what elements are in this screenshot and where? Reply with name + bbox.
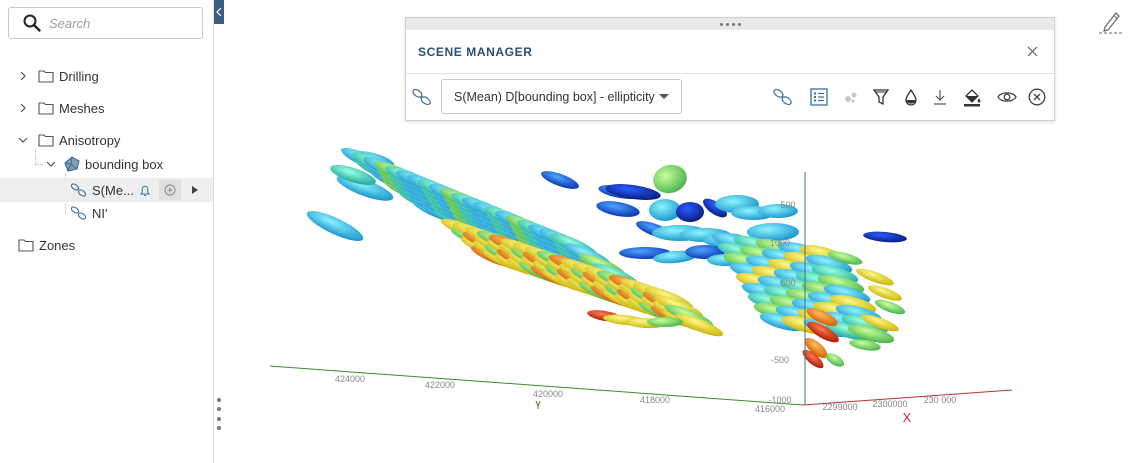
tree-guide: [35, 150, 36, 164]
list-icon: [810, 88, 828, 106]
ellipsoid: [676, 202, 704, 222]
tree-item-drilling[interactable]: Drilling: [16, 64, 99, 88]
ellipsoid-icon: [70, 183, 87, 197]
ellipsoid: [647, 317, 683, 327]
tree-item-zones[interactable]: Zones: [18, 233, 75, 257]
tree-item-label: Anisotropy: [59, 132, 121, 148]
panel-drag-handle[interactable]: [406, 18, 1054, 30]
ellipsoid: [874, 299, 906, 315]
ellipsoid: [863, 231, 907, 243]
ellipsoid-icon: [70, 206, 87, 220]
axis-tick-label: 2299000: [822, 402, 857, 412]
folder-icon: [38, 134, 54, 147]
folder-icon: [38, 102, 54, 115]
layer-type-icon: [411, 86, 433, 108]
opacity-button[interactable]: [900, 86, 922, 108]
search-input[interactable]: [49, 15, 189, 31]
3d-viewport[interactable]: 424000 422000 420000 418000 416000 2299000 230…: [225, 120, 1125, 460]
y-axis-line: [269, 365, 804, 406]
tree-item-ni[interactable]: NI': [70, 201, 107, 225]
remove-layer-button[interactable]: [1026, 86, 1048, 108]
plus-circle-icon: [164, 184, 176, 196]
ellipsoid: [306, 211, 364, 241]
axis-tick-label: 230 000: [924, 395, 957, 405]
legend-button[interactable]: [808, 86, 830, 108]
scene-toolbar: S(Mean) D[bounding box] - ellipticity: [406, 73, 1054, 120]
close-button[interactable]: [1024, 43, 1040, 59]
ellipsoid-style-button[interactable]: [772, 86, 794, 108]
folder-icon: [38, 70, 54, 83]
x-axis-label: X: [903, 410, 912, 425]
filter-button[interactable]: [870, 86, 892, 108]
download-button[interactable]: [929, 86, 951, 108]
close-icon: [1027, 46, 1037, 56]
search-icon: [23, 14, 41, 32]
axis-tick-label: 1000: [770, 238, 790, 248]
axis-tick-label: 416000: [755, 404, 785, 414]
tree-item-label: NI': [92, 205, 108, 221]
ellipsoid: [605, 184, 661, 200]
annotate-button[interactable]: [1097, 8, 1125, 36]
visibility-button[interactable]: [996, 86, 1018, 108]
y-axis-arrow: [535, 400, 541, 409]
drop-icon: [905, 88, 917, 106]
chevron-down-icon[interactable]: [16, 133, 30, 147]
pen-icon: [1099, 12, 1123, 34]
chevron-down-icon[interactable]: [44, 157, 58, 171]
selected-layer-label: S(Mean) D[bounding box] - ellipticity: [454, 89, 655, 104]
layer-select[interactable]: S(Mean) D[bounding box] - ellipticity: [441, 79, 682, 114]
dropdown-caret-icon: [659, 94, 669, 99]
tree-item-label: S(Me...: [92, 182, 134, 198]
axis-tick-label: 2300000: [872, 399, 907, 409]
axis-tick-label: 500: [780, 278, 795, 288]
dots-icon: [845, 92, 857, 103]
paint-bucket-icon: [964, 89, 981, 107]
axis-tick-label: 420000: [533, 389, 563, 399]
tree-item-label: Zones: [39, 237, 76, 253]
tree-guide: [35, 164, 43, 165]
chevron-right-icon[interactable]: [16, 101, 30, 115]
add-layer-button[interactable]: [159, 180, 181, 200]
folder-icon: [18, 239, 34, 252]
axis-tick-label: -1000: [768, 395, 791, 405]
points-button[interactable]: [840, 86, 862, 108]
color-fill-button[interactable]: [961, 86, 983, 108]
chevron-left-icon: [216, 8, 222, 16]
search-box[interactable]: [8, 7, 203, 39]
tree-item-smean[interactable]: S(Me...: [70, 178, 134, 202]
tree-item-anisotropy[interactable]: Anisotropy: [16, 128, 120, 152]
panel-resize-handle[interactable]: [216, 398, 222, 430]
ellipsoid-icon: [773, 88, 792, 106]
axis-tick-label: 500: [780, 200, 795, 210]
filter-icon: [872, 89, 890, 106]
ellipsoid: [649, 199, 681, 221]
ellipsoid: [541, 171, 579, 189]
tree-item-label: Drilling: [59, 68, 99, 84]
scene-manager-panel: SCENE MANAGER S(Mean) D[bounding box] - …: [405, 17, 1055, 121]
chevron-right-icon[interactable]: [16, 69, 30, 83]
axis-tick-label: 418000: [640, 395, 670, 405]
tree-item-label: Meshes: [59, 100, 105, 116]
axis-tick-label: -500: [771, 355, 789, 365]
tree-item-label: bounding box: [85, 156, 164, 172]
axis-tick-label: 424000: [335, 374, 365, 384]
ellipsoid: [596, 201, 640, 217]
project-tree-panel: Drilling Meshes Anisotropy: [0, 0, 214, 463]
axis-tick-label: 422000: [425, 380, 455, 390]
tree-item-bounding-box[interactable]: bounding box: [44, 152, 163, 176]
download-icon: [934, 90, 946, 105]
eye-icon: [997, 92, 1017, 102]
caret-right-icon[interactable]: [190, 184, 200, 196]
bell-icon[interactable]: [137, 182, 153, 198]
collapse-panel-button[interactable]: [214, 0, 224, 24]
close-circle-icon: [1028, 88, 1046, 106]
tree-item-meshes[interactable]: Meshes: [16, 96, 105, 120]
panel-title: SCENE MANAGER: [418, 45, 533, 59]
polyhedron-icon: [64, 156, 80, 172]
